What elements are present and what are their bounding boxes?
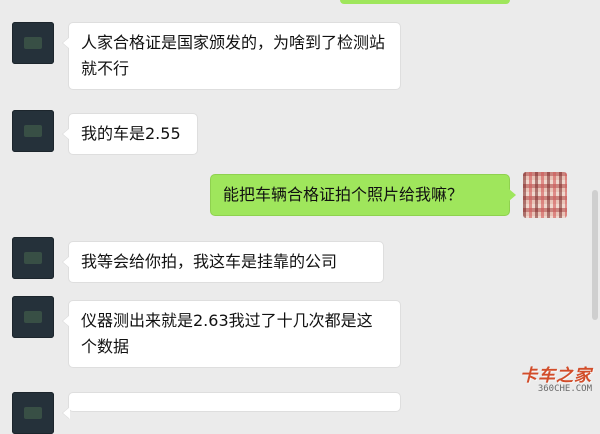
message-bubble-incoming[interactable]: 仪器测出来就是2.63我过了十几次都是这个数据 (62, 300, 401, 368)
contact-avatar[interactable] (12, 237, 54, 279)
previous-message-bubble-edge (340, 0, 510, 4)
message-text: 人家合格证是国家颁发的，为啥到了检测站就不行 (81, 33, 386, 78)
contact-avatar[interactable] (12, 110, 54, 152)
self-avatar[interactable] (523, 172, 567, 218)
watermark-logo-text: 卡车之家 (520, 366, 592, 386)
message-bubble-incoming-partial[interactable] (62, 392, 401, 419)
message-bubble-incoming[interactable]: 我的车是2.55 (62, 113, 198, 155)
message-text: 能把车辆合格证拍个照片给我嘛？ (223, 185, 464, 204)
message-text: 我的车是2.55 (81, 124, 181, 143)
chat-scrollbar[interactable] (592, 190, 598, 320)
message-text: 我等会给你拍，我这车是挂靠的公司 (81, 252, 338, 271)
contact-avatar[interactable] (12, 296, 54, 338)
message-text: 仪器测出来就是2.63我过了十几次都是这个数据 (81, 311, 373, 356)
contact-avatar[interactable] (12, 392, 54, 434)
message-bubble-incoming[interactable]: 人家合格证是国家颁发的，为啥到了检测站就不行 (62, 22, 401, 90)
message-bubble-outgoing[interactable]: 能把车辆合格证拍个照片给我嘛？ (210, 174, 516, 216)
site-watermark: 卡车之家 360CHE.COM (520, 361, 592, 394)
message-bubble-incoming[interactable]: 我等会给你拍，我这车是挂靠的公司 (62, 241, 384, 283)
contact-avatar[interactable] (12, 22, 54, 64)
